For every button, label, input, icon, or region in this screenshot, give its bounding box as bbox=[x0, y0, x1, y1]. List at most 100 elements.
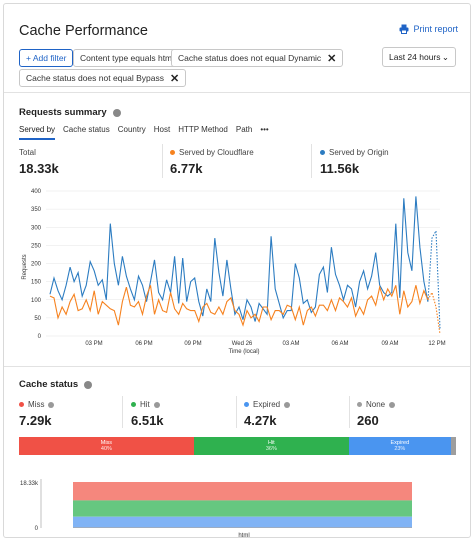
x-axis-label: Time (local) bbox=[228, 349, 259, 355]
segment-percent: 40% bbox=[100, 446, 112, 452]
y-tick-label: 50 bbox=[34, 316, 41, 322]
stat-label: Total bbox=[19, 148, 36, 157]
cache-status-heading: Cache status bbox=[19, 379, 93, 390]
legend-dot bbox=[131, 402, 136, 407]
y-tick-label: 400 bbox=[31, 189, 42, 195]
series-line bbox=[49, 196, 429, 322]
stat-label: Miss bbox=[28, 400, 45, 409]
printer-icon bbox=[399, 24, 409, 34]
tab-cache-status[interactable]: Cache status bbox=[63, 125, 110, 140]
requests-summary-title: Requests summary bbox=[19, 107, 107, 118]
y-tick-label: 250 bbox=[31, 243, 42, 249]
filter-chip-label: Cache status does not equal Bypass bbox=[26, 73, 164, 83]
series-line-partial bbox=[427, 291, 441, 335]
more-tabs-menu[interactable]: ••• bbox=[260, 125, 268, 140]
filter-chip-cache-bypass[interactable]: Cache status does not equal Bypass ✕ bbox=[19, 69, 187, 87]
stat-label: None bbox=[366, 400, 386, 409]
cache-status-share-bar: Miss 40% Hit 36% Expired 23% bbox=[19, 437, 456, 455]
divider bbox=[4, 366, 470, 367]
chevron-down-icon: ⌄ bbox=[441, 51, 449, 62]
divider bbox=[122, 396, 123, 428]
legend-dot bbox=[244, 402, 249, 407]
stat-hit: Hit 6.51k bbox=[131, 400, 164, 428]
time-range-value: Last 24 hours bbox=[389, 52, 441, 62]
segment-percent: 36% bbox=[265, 446, 277, 452]
y-tick-label: 0 bbox=[38, 334, 42, 340]
stat-value: 11.56k bbox=[320, 161, 360, 176]
tab-served-by[interactable]: Served by bbox=[19, 125, 56, 140]
x-tick-label: 06 AM bbox=[331, 341, 348, 347]
stat-label: Hit bbox=[140, 400, 150, 409]
legend-dot bbox=[170, 150, 175, 155]
share-segment[interactable]: Hit 36% bbox=[193, 437, 349, 455]
x-tick-label: Wed 26 bbox=[232, 341, 253, 347]
x-tick-label: 03 PM bbox=[85, 341, 102, 347]
time-range-select[interactable]: Last 24 hours ⌄ bbox=[382, 47, 456, 67]
x-tick-label: 03 AM bbox=[282, 341, 299, 347]
stack-band[interactable] bbox=[73, 482, 412, 501]
tab-country[interactable]: Country bbox=[118, 125, 146, 140]
y-axis-label: Requests bbox=[22, 254, 28, 279]
close-icon[interactable]: ✕ bbox=[327, 52, 336, 65]
stat-label: Served by Cloudflare bbox=[179, 148, 254, 157]
stat-value: 6.77k bbox=[170, 161, 203, 176]
cache-status-stacked-chart: 18.33k 0 html bbox=[20, 479, 412, 538]
stack-band[interactable] bbox=[73, 527, 412, 528]
close-icon[interactable]: ✕ bbox=[170, 72, 179, 85]
divider bbox=[162, 144, 163, 178]
page-title: Cache Performance bbox=[19, 23, 148, 39]
info-icon[interactable] bbox=[153, 401, 160, 408]
info-icon[interactable] bbox=[284, 401, 291, 408]
share-segment[interactable]: Miss 40% bbox=[19, 437, 194, 455]
info-icon[interactable] bbox=[389, 401, 396, 408]
stat-none: None 260 bbox=[357, 400, 396, 428]
stat-value: 6.51k bbox=[131, 413, 164, 428]
y-tick-label: 300 bbox=[31, 225, 42, 231]
filter-chip-label: Cache status does not equal Dynamic bbox=[178, 53, 322, 63]
print-report-link[interactable]: Print report bbox=[399, 24, 458, 34]
stat-served-by-cloudflare: Served by Cloudflare 6.77k bbox=[170, 148, 254, 176]
stat-value: 4.27k bbox=[244, 413, 277, 428]
stat-value: 7.29k bbox=[19, 413, 52, 428]
x-axis-category: html bbox=[238, 533, 249, 538]
stat-label: Served by Origin bbox=[329, 148, 389, 157]
y-tick-label: 100 bbox=[31, 298, 42, 304]
stack-band[interactable] bbox=[73, 516, 412, 528]
x-tick-label: 09 PM bbox=[184, 341, 201, 347]
y-axis-tick: 0 bbox=[35, 526, 39, 532]
divider bbox=[349, 396, 350, 428]
tab-http-method[interactable]: HTTP Method bbox=[178, 125, 228, 140]
settings-icon[interactable] bbox=[112, 108, 121, 117]
legend-dot bbox=[320, 150, 325, 155]
divider bbox=[311, 144, 312, 178]
tab-path[interactable]: Path bbox=[236, 125, 252, 140]
y-tick-label: 150 bbox=[31, 280, 42, 286]
group-by-tabs: Served by Cache status Country Host HTTP… bbox=[19, 125, 269, 140]
stat-expired: Expired 4.27k bbox=[244, 400, 291, 428]
stat-total: Total 18.33k bbox=[19, 148, 59, 176]
share-segment[interactable]: Expired 23% bbox=[348, 437, 451, 455]
stat-value: 18.33k bbox=[19, 161, 59, 176]
y-tick-label: 350 bbox=[31, 207, 42, 213]
divider bbox=[236, 396, 237, 428]
stack-band[interactable] bbox=[73, 500, 412, 517]
cache-status-title: Cache status bbox=[19, 379, 79, 390]
info-icon[interactable] bbox=[48, 401, 55, 408]
x-tick-label: 06 PM bbox=[135, 341, 152, 347]
cache-performance-panel: Cache Performance Print report + Add fil… bbox=[3, 3, 471, 538]
add-filter-button[interactable]: + Add filter bbox=[19, 49, 74, 67]
filter-chip-cache-dynamic[interactable]: Cache status does not equal Dynamic ✕ bbox=[171, 49, 344, 67]
requests-summary-heading: Requests summary bbox=[19, 107, 121, 118]
tab-host[interactable]: Host bbox=[154, 125, 170, 140]
y-tick-label: 200 bbox=[31, 262, 42, 268]
x-tick-label: 12 PM bbox=[428, 341, 445, 347]
divider bbox=[4, 92, 470, 93]
stat-miss: Miss 7.29k bbox=[19, 400, 55, 428]
legend-dot bbox=[19, 402, 24, 407]
share-segment[interactable] bbox=[450, 437, 456, 455]
settings-icon[interactable] bbox=[84, 380, 93, 389]
filter-chip-label: Content type equals html bbox=[80, 53, 175, 63]
stat-label: Expired bbox=[253, 400, 281, 409]
x-tick-label: 09 AM bbox=[381, 341, 398, 347]
stat-value: 260 bbox=[357, 413, 379, 428]
